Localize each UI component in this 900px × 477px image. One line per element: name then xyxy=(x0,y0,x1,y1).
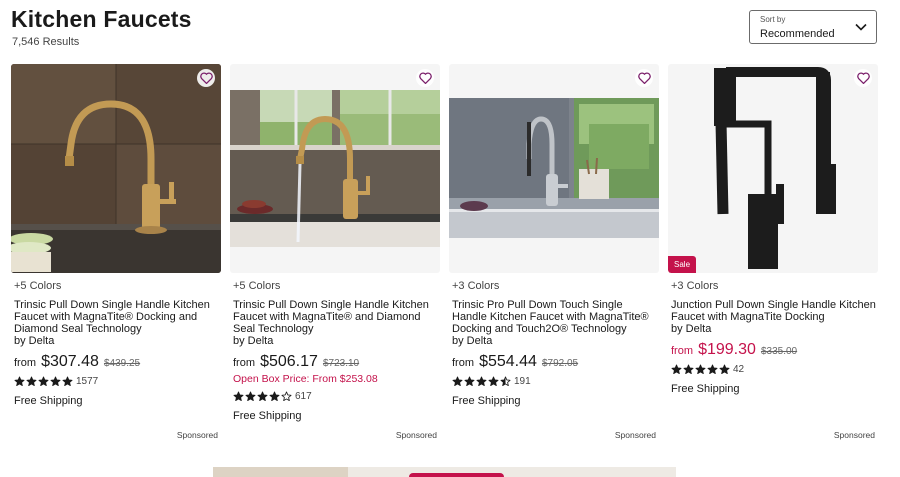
star-icon xyxy=(500,376,511,387)
heart-icon[interactable] xyxy=(416,69,434,87)
current-price: $199.30 xyxy=(698,341,756,358)
product-image[interactable]: Sale xyxy=(668,64,878,273)
chevron-down-icon xyxy=(855,23,867,31)
color-count: +5 Colors xyxy=(233,280,281,292)
product-image[interactable] xyxy=(11,64,221,273)
star-icon xyxy=(695,364,706,375)
banner-button[interactable] xyxy=(409,473,504,477)
product-name[interactable]: Trinsic Pull Down Single Handle Kitchen … xyxy=(14,299,210,335)
page-title: Kitchen Faucets xyxy=(11,6,192,32)
star-rating xyxy=(233,391,292,402)
color-count: +3 Colors xyxy=(452,280,500,292)
product-title[interactable]: Junction Pull Down Single Handle Kitchen… xyxy=(671,299,878,335)
promo-banner[interactable] xyxy=(213,467,676,477)
original-price: $792.05 xyxy=(541,358,579,369)
price-prefix: from xyxy=(671,345,693,357)
product-card[interactable]: +3 Colors Trinsic Pro Pull Down Touch Si… xyxy=(449,64,659,448)
price-prefix: from xyxy=(452,357,474,369)
heart-icon[interactable] xyxy=(854,69,872,87)
star-icon xyxy=(245,391,256,402)
original-price: $439.25 xyxy=(103,358,141,369)
price-row: from $199.30 $335.00 xyxy=(671,341,797,359)
sale-badge: Sale xyxy=(668,256,697,273)
price-prefix: from xyxy=(233,357,255,369)
product-title[interactable]: Trinsic Pull Down Single Handle Kitchen … xyxy=(14,299,221,347)
product-image[interactable] xyxy=(230,64,440,273)
heart-icon[interactable] xyxy=(635,69,653,87)
sponsored-label: Sponsored xyxy=(614,430,656,440)
banner-image xyxy=(213,467,348,477)
shipping-info: Free Shipping xyxy=(452,395,521,407)
star-icon xyxy=(269,391,280,402)
current-price: $307.48 xyxy=(41,353,99,370)
shipping-info: Free Shipping xyxy=(233,410,302,422)
rating[interactable]: 191 xyxy=(452,376,531,387)
sort-label: Sort by xyxy=(760,15,786,24)
product-title[interactable]: Trinsic Pro Pull Down Touch Single Handl… xyxy=(452,299,659,347)
color-count: +5 Colors xyxy=(14,280,62,292)
current-price: $554.44 xyxy=(479,353,537,370)
review-count: 42 xyxy=(733,364,745,375)
product-name[interactable]: Junction Pull Down Single Handle Kitchen… xyxy=(671,299,876,323)
sort-dropdown[interactable]: Sort by Recommended xyxy=(749,10,877,44)
star-icon xyxy=(683,364,694,375)
star-icon xyxy=(233,391,244,402)
price-row: from $506.17 $723.10 xyxy=(233,353,359,371)
star-icon xyxy=(464,376,475,387)
heart-icon[interactable] xyxy=(197,69,215,87)
sort-value: Recommended xyxy=(760,28,835,40)
product-brand: by Delta xyxy=(452,335,493,347)
original-price: $335.00 xyxy=(760,346,798,357)
star-icon xyxy=(707,364,718,375)
star-icon xyxy=(281,391,292,402)
shipping-info: Free Shipping xyxy=(14,395,83,407)
star-rating xyxy=(452,376,511,387)
review-count: 191 xyxy=(514,376,531,387)
product-brand: by Delta xyxy=(233,335,274,347)
product-brand: by Delta xyxy=(671,323,712,335)
sponsored-label: Sponsored xyxy=(833,430,875,440)
results-count: 7,546 Results xyxy=(12,36,80,48)
product-name[interactable]: Trinsic Pull Down Single Handle Kitchen … xyxy=(233,299,429,335)
star-icon xyxy=(488,376,499,387)
shipping-info: Free Shipping xyxy=(671,383,740,395)
star-rating xyxy=(671,364,730,375)
product-brand: by Delta xyxy=(14,335,55,347)
star-icon xyxy=(26,376,37,387)
original-price: $723.10 xyxy=(322,358,360,369)
star-icon xyxy=(50,376,61,387)
review-count: 617 xyxy=(295,391,312,402)
price-row: from $554.44 $792.05 xyxy=(452,353,578,371)
product-name[interactable]: Trinsic Pro Pull Down Touch Single Handl… xyxy=(452,299,649,335)
sponsored-label: Sponsored xyxy=(395,430,437,440)
product-image[interactable] xyxy=(449,64,659,273)
product-card[interactable]: +5 Colors Trinsic Pull Down Single Handl… xyxy=(11,64,221,448)
price-prefix: from xyxy=(14,357,36,369)
product-title[interactable]: Trinsic Pull Down Single Handle Kitchen … xyxy=(233,299,440,347)
star-rating xyxy=(14,376,73,387)
rating[interactable]: 42 xyxy=(671,364,744,375)
star-icon xyxy=(38,376,49,387)
star-icon xyxy=(476,376,487,387)
sponsored-label: Sponsored xyxy=(176,430,218,440)
star-icon xyxy=(62,376,73,387)
color-count: +3 Colors xyxy=(671,280,719,292)
open-box-price[interactable]: Open Box Price: From $253.08 xyxy=(233,373,378,385)
rating[interactable]: 1577 xyxy=(14,376,98,387)
current-price: $506.17 xyxy=(260,353,318,370)
price-row: from $307.48 $439.25 xyxy=(14,353,140,371)
star-icon xyxy=(14,376,25,387)
rating[interactable]: 617 xyxy=(233,391,312,402)
review-count: 1577 xyxy=(76,376,99,387)
product-card[interactable]: +5 Colors Trinsic Pull Down Single Handl… xyxy=(230,64,440,448)
product-card[interactable]: Sale +3 Colors Junction Pull Down Single… xyxy=(668,64,878,448)
star-icon xyxy=(452,376,463,387)
star-icon xyxy=(719,364,730,375)
star-icon xyxy=(671,364,682,375)
star-icon xyxy=(257,391,268,402)
